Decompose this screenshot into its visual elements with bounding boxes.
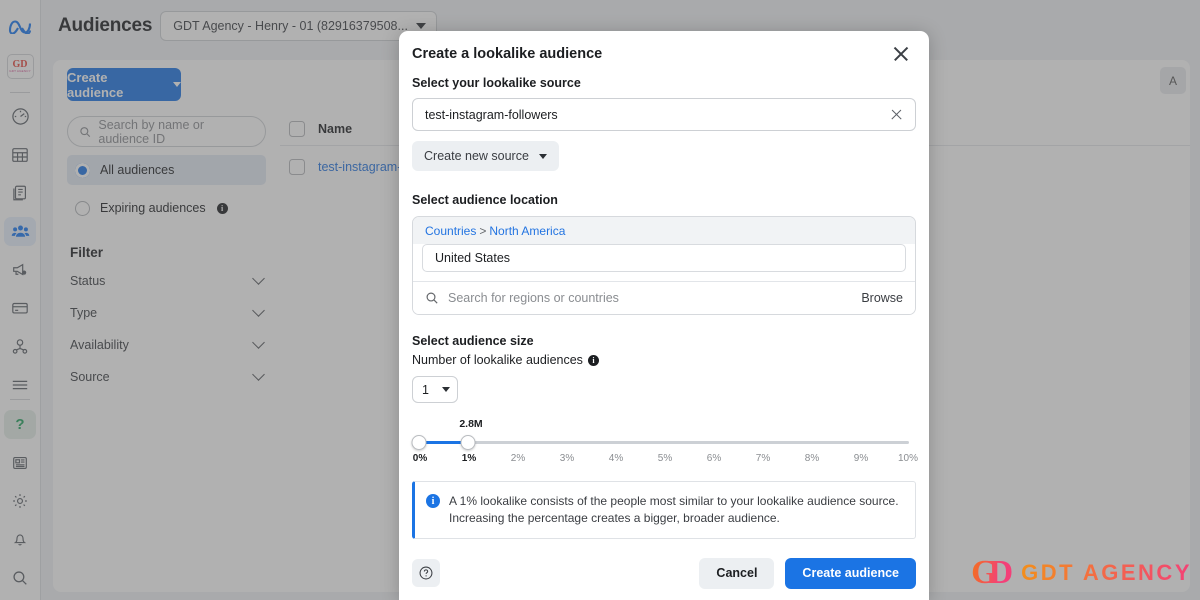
slider-reach-badge: 2.8M	[459, 418, 483, 430]
cancel-button[interactable]: Cancel	[699, 557, 775, 589]
slider-tick-1: 1%	[461, 453, 477, 464]
location-breadcrumb: Countries > North America	[413, 217, 915, 244]
info-icon: i	[426, 494, 440, 508]
slider-tick-3: 3%	[559, 453, 575, 464]
create-new-source-label: Create new source	[424, 149, 529, 163]
slider-tick-9: 9%	[853, 453, 869, 464]
lookalike-info-note-text: A 1% lookalike consists of the people mo…	[449, 494, 899, 525]
location-section-label: Select audience location	[412, 193, 558, 207]
create-new-source-button[interactable]: Create new source	[412, 141, 559, 171]
dialog-footer-actions: Cancel Create audience	[699, 557, 916, 589]
create-lookalike-audience-dialog: Create a lookalike audience Select your …	[399, 31, 929, 600]
audience-count-label: Number of lookalike audiences i	[412, 353, 916, 367]
screenshot-root: GD GDT AGENCY ? Audiences GDT Agency - H…	[0, 0, 1200, 600]
location-block: Countries > North America United States Se…	[412, 216, 916, 315]
audience-count-value: 1	[422, 382, 429, 397]
slider-tick-6: 6%	[706, 453, 722, 464]
slider-tick-7: 7%	[755, 453, 771, 464]
breadcrumb-separator: >	[479, 224, 487, 238]
location-search-placeholder: Search for regions or countries	[448, 291, 619, 305]
breadcrumb-countries[interactable]: Countries	[425, 224, 476, 238]
dialog-header: Create a lookalike audience	[399, 31, 929, 76]
search-icon	[426, 292, 438, 304]
help-icon[interactable]	[412, 559, 440, 587]
audience-count-select[interactable]: 1	[412, 376, 458, 403]
lookalike-source-value: test-instagram-followers	[425, 107, 558, 122]
clear-source-icon[interactable]	[889, 107, 904, 122]
slider-tick-8: 8%	[804, 453, 820, 464]
slider-tick-4: 4%	[608, 453, 624, 464]
audience-count-label-text: Number of lookalike audiences	[412, 353, 583, 367]
create-audience-submit-button[interactable]: Create audience	[785, 557, 916, 589]
slider-handle-lower[interactable]	[411, 435, 427, 450]
slider-tick-10: 10%	[897, 453, 919, 464]
slider-ticks: 0% 1% 2% 3% 4% 5% 6% 7% 8% 9% 10%	[412, 453, 919, 467]
slider-tick-0: 0%	[412, 453, 428, 464]
browse-button[interactable]: Browse	[861, 291, 903, 305]
close-icon[interactable]	[890, 43, 912, 65]
lookalike-source-input[interactable]: test-instagram-followers	[412, 98, 916, 131]
chevron-down-icon	[442, 387, 450, 392]
source-section-label: Select your lookalike source	[412, 76, 581, 90]
gdt-agency-watermark: GD GDT AGENCY	[971, 554, 1192, 592]
lookalike-info-note: i A 1% lookalike consists of the people …	[412, 481, 916, 539]
slider-tick-5: 5%	[657, 453, 673, 464]
breadcrumb-north-america[interactable]: North America	[489, 224, 565, 238]
location-search-input[interactable]: Search for regions or countries Browse	[413, 281, 915, 314]
dialog-title: Create a lookalike audience	[412, 45, 603, 62]
selected-location-label: United States	[435, 251, 511, 265]
dialog-body: Select your lookalike source test-instag…	[399, 76, 929, 546]
watermark-mark: GD	[971, 554, 1013, 592]
selected-location-item[interactable]: United States	[422, 244, 906, 272]
slider-track[interactable]	[419, 441, 909, 444]
slider-handle-upper[interactable]	[460, 435, 476, 450]
audience-size-slider[interactable]: 2.8M 0% 1% 2% 3% 4% 5% 6% 7% 8% 9% 10%	[411, 418, 919, 471]
dialog-footer: Cancel Create audience	[399, 546, 929, 600]
info-icon[interactable]: i	[587, 355, 599, 366]
chevron-down-icon	[538, 153, 547, 159]
slider-tick-2: 2%	[510, 453, 526, 464]
size-section-label: Select audience size	[412, 334, 534, 348]
watermark-text: GDT AGENCY	[1021, 560, 1192, 585]
